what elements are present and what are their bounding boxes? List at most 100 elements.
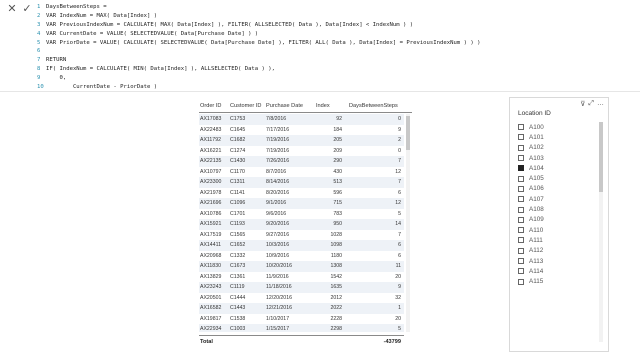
checkbox[interactable] [518,185,524,192]
slicer-item[interactable]: A115 [518,276,602,286]
formula-text[interactable]: IF( IndexNum = CALCULATE( MIN( Data[Inde… [46,66,275,72]
checkbox[interactable] [518,258,524,264]
table-row[interactable]: AX16221 C1274 7/19/2016 209 0 [199,146,404,157]
table-row[interactable]: AX14411 C1652 10/3/2016 1098 6 [199,240,404,251]
cell-days-between-steps: 1 [398,305,401,312]
table-row[interactable]: AX23243 C1119 11/18/2016 1635 9 [199,282,404,293]
checkbox[interactable] [518,278,524,285]
checkbox[interactable] [518,175,524,182]
cell-customer-id: C1170 [230,168,245,175]
slicer-item[interactable]: A104 [518,163,602,173]
table-row[interactable]: AX17083 C1753 7/8/2016 92 0 [199,114,404,125]
slicer-item[interactable]: A109 [518,215,602,225]
slicer-item-label: A111 [529,236,543,244]
table-scrollbar[interactable] [406,114,410,332]
slicer-item[interactable]: A114 [518,266,602,276]
cell-purchase-date: 7/26/2016 [266,158,290,165]
slicer-item[interactable]: A105 [518,173,602,183]
checkbox[interactable] [518,124,524,131]
cell-index: 2298 [330,326,342,332]
slicer-item[interactable]: A108 [518,204,602,214]
formula-line[interactable]: 3 VAR PreviousIndexNum = CALCULATE( MAX( … [37,21,637,30]
more-options-icon[interactable]: … [597,100,604,108]
dax-formula-editor[interactable]: 1 DaysBetweenSteps = 2 VAR IndexNum = MAX( … [37,3,637,92]
table-row[interactable]: AX23300 C1311 8/14/2016 513 7 [199,177,404,188]
formula-line[interactable]: 6 [37,47,637,56]
formula-text[interactable]: VAR CurrentDate = VALUE( SELECTEDVALUE( … [46,31,258,37]
table-scrollbar-thumb[interactable] [406,116,410,150]
formula-line[interactable]: 2 VAR IndexNum = MAX( Data[Index] ) [37,12,637,21]
table-row[interactable]: AX21696 C1096 9/1/2016 715 12 [199,198,404,209]
table-row[interactable]: AX13829 C1361 11/9/2016 1542 20 [199,272,404,283]
table-row[interactable]: AX10786 C1701 9/6/2016 783 5 [199,209,404,220]
slicer-item[interactable]: A102 [518,143,602,153]
slicer-item[interactable]: A103 [518,153,602,163]
line-number: 2 [37,12,41,19]
cell-days-between-steps: 7 [398,158,401,165]
table-row[interactable]: AX11830 C1673 10/20/2016 1308 11 [199,261,404,272]
slicer-item[interactable]: A110 [518,225,602,235]
checkbox[interactable] [518,268,524,275]
table-row[interactable]: AX22934 C1003 1/15/2017 2298 5 [199,324,404,332]
formula-line[interactable]: 10 CurrentDate - PriorDate ) [37,83,637,92]
cell-order-id: AX16582 [200,305,222,312]
filter-icon[interactable]: ⊽ [580,100,585,108]
checkbox[interactable] [518,165,524,172]
cell-days-between-steps: 5 [398,210,401,217]
column-header-index[interactable]: Index [308,103,345,109]
table-row[interactable]: AX16582 C1443 12/21/2016 2022 1 [199,303,404,314]
formula-text[interactable]: DaysBetweenSteps = [46,4,107,10]
checkbox[interactable] [518,196,524,203]
slicer-item[interactable]: A112 [518,246,602,256]
column-header-days-between-steps[interactable]: DaysBetweenSteps [345,103,404,109]
focus-mode-icon[interactable]: ⤢ [588,100,594,108]
cell-purchase-date: 10/20/2016 [266,263,292,270]
formula-text[interactable]: VAR PriorDate = VALUE( CALCULATE( SELECT… [46,40,480,46]
slicer-item[interactable]: A101 [518,132,602,142]
formula-line[interactable]: 5 VAR PriorDate = VALUE( CALCULATE( SELEC… [37,39,637,48]
table-row[interactable]: AX22135 C1430 7/26/2016 290 7 [199,156,404,167]
checkbox[interactable] [518,247,524,254]
table-row[interactable]: AX17519 C1565 9/27/2016 1028 7 [199,230,404,241]
column-header-order-id[interactable]: Order ID [199,103,229,109]
checkbox[interactable] [518,237,524,244]
cell-order-id: AX22135 [200,158,222,165]
slicer-item[interactable]: A107 [518,194,602,204]
table-row[interactable]: AX22483 C1645 7/17/2016 184 9 [199,125,404,136]
slicer-scrollbar-thumb[interactable] [599,122,603,192]
table-row[interactable]: AX21978 C1141 8/20/2016 596 6 [199,188,404,199]
slicer-item[interactable]: A113 [518,256,602,266]
checkbox[interactable] [518,134,524,141]
checkbox[interactable] [518,155,524,162]
table-row[interactable]: AX15921 C1193 9/20/2016 950 14 [199,219,404,230]
checkbox[interactable] [518,227,524,234]
table-row[interactable]: AX20968 C1332 10/9/2016 1180 6 [199,251,404,262]
formula-text[interactable]: VAR PreviousIndexNum = CALCULATE( MAX( D… [46,22,413,28]
formula-text[interactable]: VAR IndexNum = MAX( Data[Index] ) [46,13,157,19]
table-row[interactable]: AX10797 C1170 8/7/2016 430 12 [199,167,404,178]
table-row[interactable]: AX19817 C1538 1/10/2017 2228 20 [199,314,404,325]
formula-line[interactable]: 8 IF( IndexNum = CALCULATE( MIN( Data[Ind… [37,65,637,74]
column-header-purchase-date[interactable]: Purchase Date [265,103,308,109]
formula-line[interactable]: 9 0, [37,74,637,83]
cancel-icon[interactable]: ✕ [5,2,19,16]
slicer-list: A100 A101 A102 A103 A104 A105 A106 A107 A108 A109… [518,122,602,348]
formula-line[interactable]: 1 DaysBetweenSteps = [37,3,637,12]
table-row[interactable]: AX11792 C1682 7/19/2016 205 2 [199,135,404,146]
column-header-customer-id[interactable]: Customer ID [229,103,265,109]
checkbox[interactable] [518,144,524,151]
slicer-item[interactable]: A111 [518,235,602,245]
slicer-item[interactable]: A106 [518,184,602,194]
formula-text[interactable]: 0, [46,75,66,81]
checkbox[interactable] [518,216,524,223]
formula-text[interactable]: RETURN [46,57,66,63]
commit-icon[interactable]: ✓ [20,2,34,16]
line-number: 9 [37,75,41,82]
checkbox[interactable] [518,206,524,213]
formula-line[interactable]: 4 VAR CurrentDate = VALUE( SELECTEDVALUE(… [37,30,637,39]
slicer-scrollbar[interactable] [599,122,603,342]
formula-line[interactable]: 7 RETURN [37,56,637,65]
slicer-item[interactable]: A100 [518,122,602,132]
table-row[interactable]: AX20501 C1444 12/20/2016 2012 32 [199,293,404,304]
formula-text[interactable]: CurrentDate - PriorDate ) [46,84,157,90]
